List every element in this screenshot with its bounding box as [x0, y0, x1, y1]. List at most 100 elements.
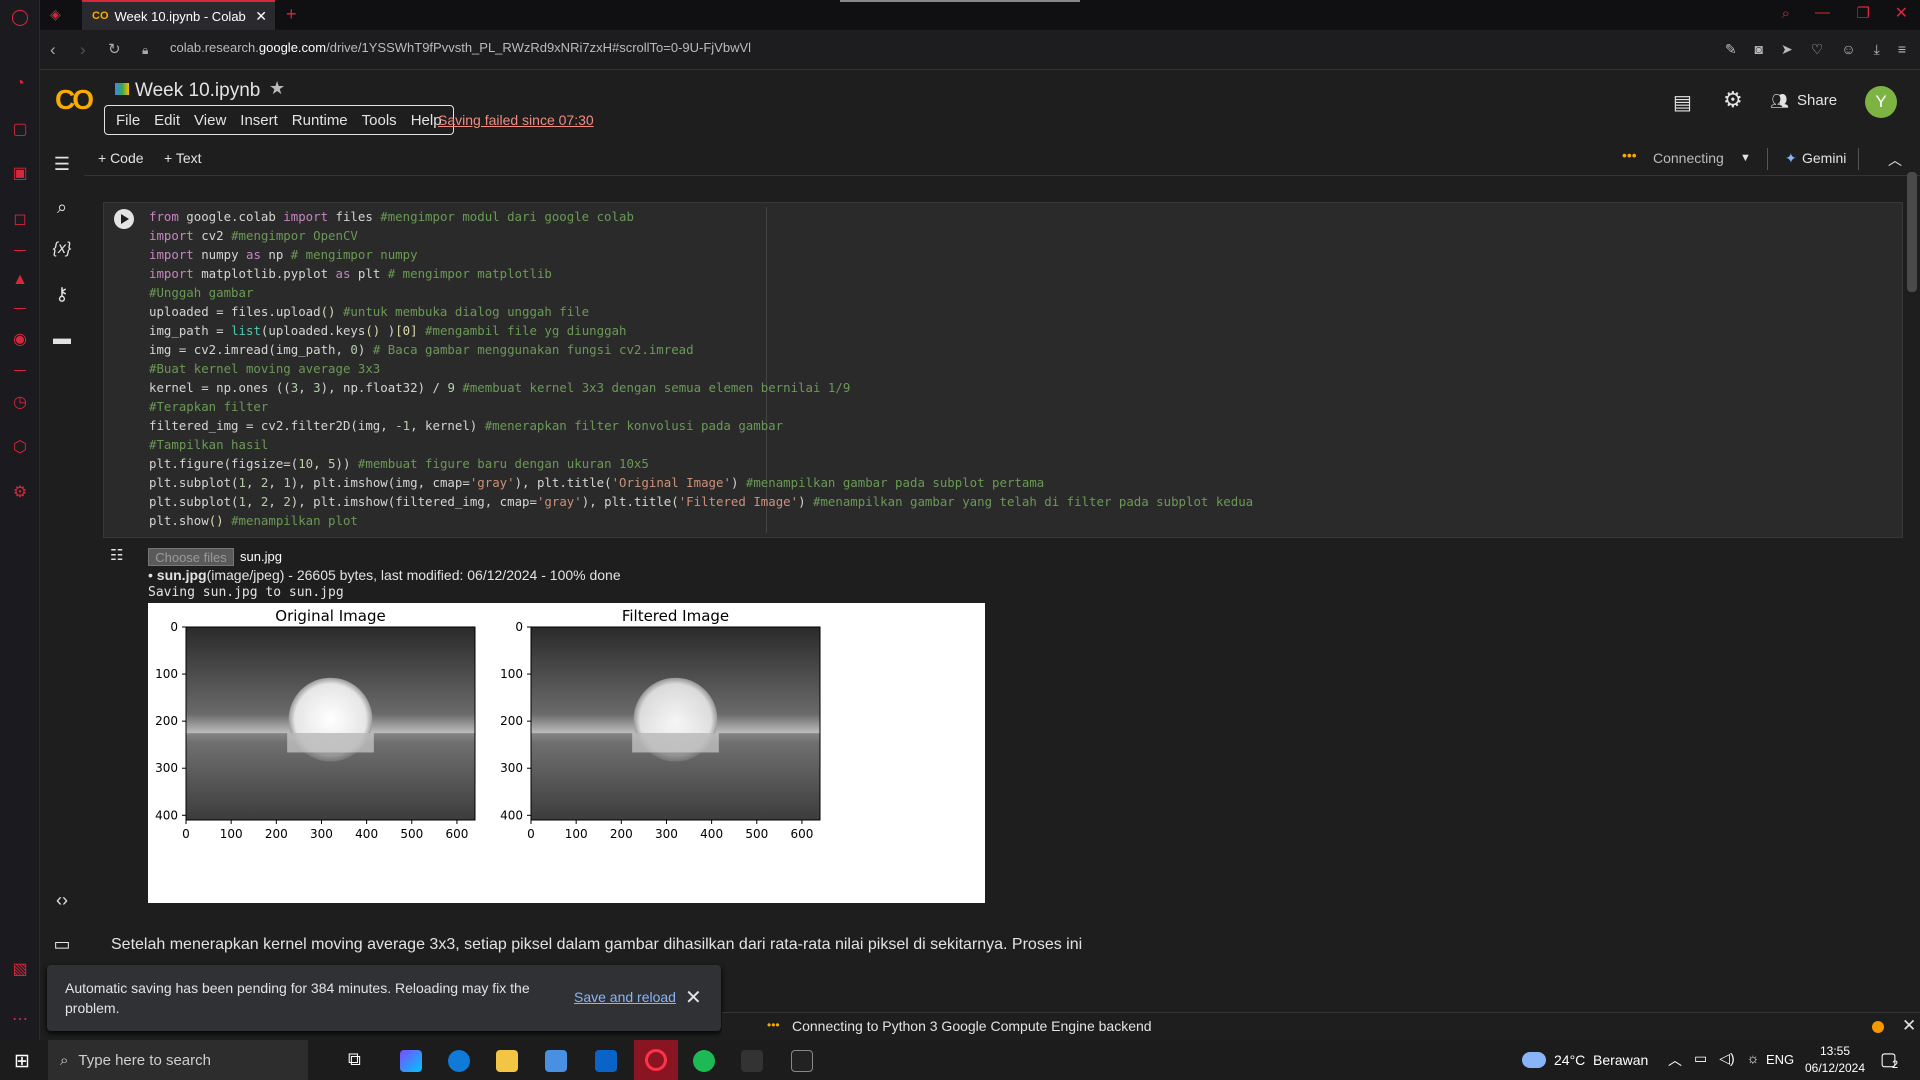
chevron-up-icon[interactable]: ︿: [1668, 1050, 1682, 1070]
code-line: from google.colab import files #mengimpo…: [149, 209, 634, 224]
epic-games-icon[interactable]: [791, 1050, 813, 1072]
more-icon[interactable]: ⋯: [10, 1010, 30, 1030]
heart-icon[interactable]: ♡: [1811, 41, 1824, 58]
menu-runtime[interactable]: Runtime: [285, 112, 355, 129]
spotify-icon[interactable]: [693, 1050, 715, 1072]
url-domain: google.com: [258, 40, 327, 55]
menu-file[interactable]: File: [109, 112, 147, 129]
brightness-icon[interactable]: ☼: [1747, 1050, 1760, 1070]
add-code-button[interactable]: + Code: [98, 150, 144, 166]
runtime-dropdown-icon[interactable]: ▼: [1740, 152, 1751, 164]
tab-colab[interactable]: CO Week 10.ipynb - Colab ✕: [82, 0, 275, 30]
lock-icon[interactable]: 🔒︎: [142, 43, 148, 58]
collapse-icon[interactable]: ︿: [1888, 150, 1902, 170]
forward-icon[interactable]: ›: [80, 40, 86, 60]
clock[interactable]: 13:55 06/12/2024: [1800, 1043, 1870, 1077]
edit-icon[interactable]: ✎: [1725, 41, 1737, 58]
extensions-icon[interactable]: ⬡: [10, 438, 30, 458]
settings-icon[interactable]: ⚙: [10, 483, 30, 503]
save-and-reload-link[interactable]: Save and reload: [574, 989, 676, 1005]
x-tick-label: 400: [700, 827, 723, 841]
avatar[interactable]: Y: [1865, 86, 1897, 118]
save-status[interactable]: Saving failed since 07:30: [438, 112, 594, 128]
x-tick-label: 100: [565, 827, 588, 841]
outlook-icon[interactable]: [595, 1050, 617, 1072]
player-icon[interactable]: ◉: [10, 330, 30, 350]
code-editor[interactable]: from google.colab import files #mengimpo…: [149, 207, 1253, 530]
shopping-icon[interactable]: ▢: [10, 120, 30, 140]
workspace-icon[interactable]: ◈: [50, 6, 61, 23]
comments-icon[interactable]: ▤: [1673, 90, 1692, 115]
menu-edit[interactable]: Edit: [147, 112, 187, 129]
network-icon[interactable]: ▭: [1694, 1050, 1707, 1070]
add-text-button[interactable]: + Text: [164, 150, 202, 166]
edge-icon[interactable]: [448, 1050, 470, 1072]
secrets-key-icon[interactable]: ⚷: [50, 284, 74, 308]
file-explorer-icon[interactable]: [496, 1050, 518, 1072]
menu-tools[interactable]: Tools: [355, 112, 404, 129]
colab-logo[interactable]: CO: [55, 84, 94, 116]
url-field[interactable]: colab.research.google.com/drive/1YSSWhT9…: [170, 40, 751, 55]
opera-logo-icon[interactable]: ◯: [10, 8, 30, 28]
minimize-icon[interactable]: —: [1815, 4, 1830, 21]
camera-icon[interactable]: ◙: [1755, 41, 1763, 58]
text-cell[interactable]: Setelah menerapkan kernel moving average…: [111, 936, 1082, 954]
code-cell[interactable]: from google.colab import files #mengimpo…: [103, 202, 1903, 538]
toc-icon[interactable]: ☰: [50, 154, 74, 178]
tab-title: Week 10.ipynb - Colab: [114, 8, 246, 24]
terminal-icon[interactable]: ▭: [50, 934, 74, 958]
scrollbar[interactable]: [1907, 172, 1917, 292]
app-icon[interactable]: [741, 1050, 763, 1072]
star-icon[interactable]: ★: [269, 78, 285, 99]
profile-icon[interactable]: ☺: [1841, 41, 1855, 58]
search-icon[interactable]: ⌕: [50, 197, 74, 221]
run-cell-button[interactable]: [114, 209, 134, 229]
gallery-icon[interactable]: ▧: [10, 960, 30, 980]
instagram-icon[interactable]: ◻: [10, 210, 30, 230]
share-button[interactable]: 👥︎ Share: [1770, 92, 1837, 110]
runtime-status[interactable]: Connecting: [1653, 150, 1724, 166]
copilot-icon[interactable]: [400, 1050, 422, 1072]
variables-icon[interactable]: {x}: [50, 240, 74, 264]
menu-icon[interactable]: ≡: [1898, 41, 1906, 58]
output-options-icon[interactable]: ☷: [110, 546, 136, 566]
files-folder-icon[interactable]: ▬: [50, 328, 74, 352]
x-tick-label: 400: [355, 827, 378, 841]
history-icon[interactable]: ◷: [10, 393, 30, 413]
back-icon[interactable]: ‹: [50, 40, 56, 60]
colab-favicon-icon: CO: [92, 10, 109, 22]
notebook-title[interactable]: Week 10.ipynb: [135, 80, 260, 102]
new-tab-button[interactable]: +: [286, 4, 297, 25]
choose-files-button[interactable]: Choose files: [148, 548, 234, 566]
windows-start-icon[interactable]: ⊞: [14, 1050, 30, 1073]
language-indicator[interactable]: ENG: [1766, 1052, 1794, 1067]
toast-message: Automatic saving has been pending for 38…: [65, 980, 530, 1016]
reload-icon[interactable]: ↻: [108, 40, 121, 58]
settings-gear-icon[interactable]: ⚙: [1723, 87, 1743, 113]
y-tick-label: 200: [500, 714, 523, 728]
store-icon[interactable]: [545, 1050, 567, 1072]
colab-left-rail: ☰ ⌕ {x} ⚷ ▬ ‹› ▭: [40, 142, 84, 1012]
taskbar-search[interactable]: ⌕ Type here to search: [48, 1040, 308, 1080]
menu-view[interactable]: View: [187, 112, 233, 129]
menu-insert[interactable]: Insert: [233, 112, 285, 129]
send-icon[interactable]: ➤: [1781, 41, 1793, 58]
download-icon[interactable]: ⤓: [1874, 41, 1880, 58]
close-tab-icon[interactable]: ✕: [255, 8, 267, 25]
close-toast-icon[interactable]: ✕: [685, 985, 702, 1010]
volume-icon[interactable]: ◁): [1719, 1050, 1734, 1070]
close-window-icon[interactable]: ✕: [1895, 3, 1908, 23]
restore-icon[interactable]: ❐: [1857, 4, 1870, 22]
code-snippets-icon[interactable]: ‹›: [50, 890, 74, 914]
speed-dial-icon[interactable]: ◔: [10, 74, 30, 94]
gemini-button[interactable]: Gemini: [1802, 150, 1846, 166]
task-view-icon[interactable]: ⧉: [348, 1049, 361, 1070]
weather-cloud-icon[interactable]: [1522, 1052, 1546, 1068]
aria-icon[interactable]: ▲: [10, 270, 30, 290]
tab-strip: ◈ CO Week 10.ipynb - Colab ✕ + ⌕ — ❐ ✕: [40, 0, 1920, 30]
weather-text[interactable]: 24°C Berawan: [1554, 1052, 1648, 1068]
opera-taskbar-button[interactable]: [634, 1040, 678, 1080]
search-tabs-icon[interactable]: ⌕: [1782, 5, 1790, 22]
twitch-icon[interactable]: ▣: [10, 164, 30, 184]
close-status-icon[interactable]: ✕: [1902, 1016, 1916, 1036]
